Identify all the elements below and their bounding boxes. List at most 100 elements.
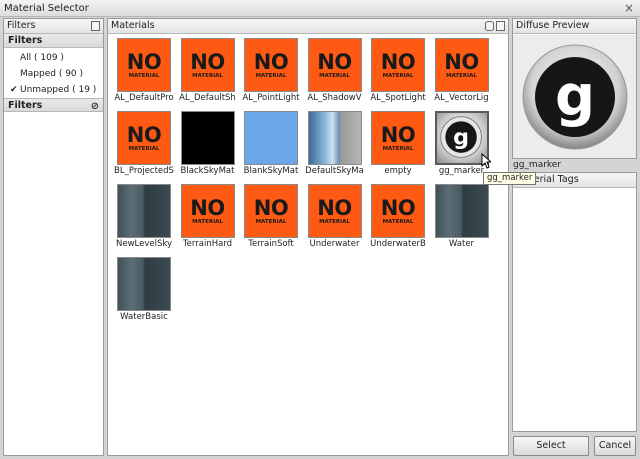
material-label: AL_DefaultSh (179, 93, 236, 103)
material-label: BL_ProjectedS (114, 166, 174, 176)
no-material-text: NO (253, 50, 289, 74)
clear-filter-icon[interactable]: ⊘ (91, 100, 99, 113)
filters-section-header[interactable]: Filters (4, 34, 103, 48)
gg-logo-icon: g (522, 44, 628, 150)
material-thumbnail: NO MATERIAL (307, 184, 362, 238)
material-label: Underwater (309, 239, 360, 249)
filter-item[interactable]: ✔ Unmapped ( 19 ) (4, 82, 103, 98)
filter-list: All ( 109 ) Mapped ( 90 ) ✔ Unmapped ( 19 ) (4, 48, 103, 98)
material-tile[interactable]: NO MATERIAL Underwater (305, 184, 365, 256)
tooltip: gg_marker (483, 172, 537, 185)
no-material-text: NO (253, 196, 289, 220)
no-material-subtext: MATERIAL (128, 73, 160, 79)
material-thumbnail (117, 184, 171, 238)
material-tile[interactable]: WaterBasic (114, 257, 174, 329)
material-label: AL_PointLight (242, 93, 300, 103)
material-tile[interactable]: NO MATERIAL AL_PointLight (241, 38, 301, 110)
no-material-subtext: MATERIAL (446, 73, 477, 79)
filter-item-label: All ( 109 ) (20, 53, 64, 63)
material-tile[interactable]: NO MATERIAL AL_ShadowV (305, 38, 365, 110)
material-tile[interactable]: NewLevelSky (114, 184, 174, 256)
no-material-text: NO (380, 50, 416, 74)
close-icon[interactable]: × (624, 1, 634, 15)
material-label: UnderwaterB (370, 239, 426, 249)
diffuse-preview-image: g (513, 35, 636, 158)
filter-item[interactable]: All ( 109 ) (4, 50, 103, 66)
material-thumbnail: NO MATERIAL (244, 38, 298, 92)
gg-logo-icon: g (439, 116, 482, 158)
material-label: AL_VectorLig (434, 93, 489, 103)
material-tile[interactable]: NO MATERIAL BL_ProjectedS (114, 111, 174, 183)
material-label: DefaultSkyMa (305, 166, 364, 176)
no-material-subtext: MATERIAL (319, 73, 350, 79)
no-material-text: NO (444, 50, 479, 74)
material-thumbnail: NO MATERIAL (371, 38, 425, 92)
material-label: Water (448, 239, 475, 249)
material-thumbnail (434, 184, 489, 238)
svg-text:g: g (555, 64, 595, 129)
no-material-text: NO (380, 196, 416, 220)
no-material-subtext: MATERIAL (192, 73, 223, 79)
no-material-subtext: MATERIAL (382, 73, 414, 79)
material-tile[interactable]: Water (432, 184, 492, 256)
database-icon[interactable] (485, 21, 494, 31)
material-thumbnail: NO MATERIAL (117, 111, 171, 165)
material-thumbnail (307, 111, 362, 165)
material-tile[interactable]: NO MATERIAL AL_SpotLight (368, 38, 428, 110)
material-tile[interactable]: BlackSkyMat (178, 111, 238, 183)
diffuse-preview-header: Diffuse Preview (513, 19, 636, 34)
material-tags-panel: Material Tags (512, 172, 637, 432)
diffuse-preview-panel: Diffuse Preview g (512, 18, 637, 159)
material-label: TerrainSoft (248, 239, 294, 249)
filters-panel-title: Filters (7, 20, 36, 31)
material-tile[interactable]: NO MATERIAL empty (368, 111, 428, 183)
material-thumbnail: NO MATERIAL (180, 184, 235, 238)
material-label: BlankSkyMat (243, 166, 299, 176)
title-bar[interactable]: Material Selector × (0, 0, 640, 17)
materials-panel-title: Materials (111, 20, 155, 31)
no-material-text: NO (190, 196, 225, 220)
material-tile[interactable]: NO MATERIAL TerrainHard (178, 184, 238, 256)
material-thumbnail: NO MATERIAL (371, 184, 425, 238)
no-material-text: NO (126, 50, 162, 74)
no-material-text: NO (317, 50, 352, 74)
cancel-button[interactable]: Cancel (594, 436, 636, 456)
filters-section-2-title: Filters (8, 100, 43, 111)
filter-item[interactable]: Mapped ( 90 ) (4, 66, 103, 82)
material-label: WaterBasic (120, 312, 168, 322)
material-tile[interactable]: NO MATERIAL AL_DefaultPro (114, 38, 174, 110)
mouse-cursor-icon (481, 153, 491, 169)
filter-item-label: Unmapped ( 19 ) (20, 85, 97, 95)
material-label: AL_DefaultPro (114, 93, 174, 103)
material-thumbnail: NO MATERIAL (180, 38, 235, 92)
no-material-subtext: MATERIAL (128, 146, 160, 152)
material-thumbnail: NO MATERIAL (307, 38, 362, 92)
no-material-subtext: MATERIAL (192, 219, 223, 225)
page-icon[interactable] (91, 21, 100, 31)
select-button[interactable]: Select (513, 436, 589, 456)
page-icon[interactable] (496, 21, 505, 31)
no-material-subtext: MATERIAL (255, 73, 287, 79)
material-tile[interactable]: BlankSkyMat (241, 111, 301, 183)
no-material-text: NO (190, 50, 225, 74)
material-tile[interactable]: NO MATERIAL UnderwaterB (368, 184, 428, 256)
material-tile[interactable]: DefaultSkyMa (305, 111, 365, 183)
material-tile[interactable]: NO MATERIAL TerrainSoft (241, 184, 301, 256)
material-tile[interactable]: NO MATERIAL AL_VectorLig (432, 38, 492, 110)
material-thumbnail: NO MATERIAL (244, 184, 298, 238)
window-title: Material Selector (4, 3, 89, 14)
svg-text:g: g (453, 124, 469, 150)
materials-panel: Materials NO MATERIAL AL_DefaultPro NO MATER… (107, 18, 509, 456)
preview-material-name: gg_marker (513, 160, 562, 170)
material-label: TerrainHard (182, 239, 233, 249)
no-material-subtext: MATERIAL (255, 219, 287, 225)
filters-panel-header: Filters (4, 19, 103, 34)
material-label: empty (384, 166, 412, 176)
no-material-subtext: MATERIAL (319, 219, 350, 225)
material-tile[interactable]: NO MATERIAL AL_DefaultSh (178, 38, 238, 110)
no-material-subtext: MATERIAL (382, 219, 414, 225)
material-thumbnail (244, 111, 298, 165)
no-material-subtext: MATERIAL (382, 146, 414, 152)
material-thumbnail (117, 257, 171, 311)
filters-section-header-2[interactable]: Filters ⊘ (4, 98, 103, 112)
